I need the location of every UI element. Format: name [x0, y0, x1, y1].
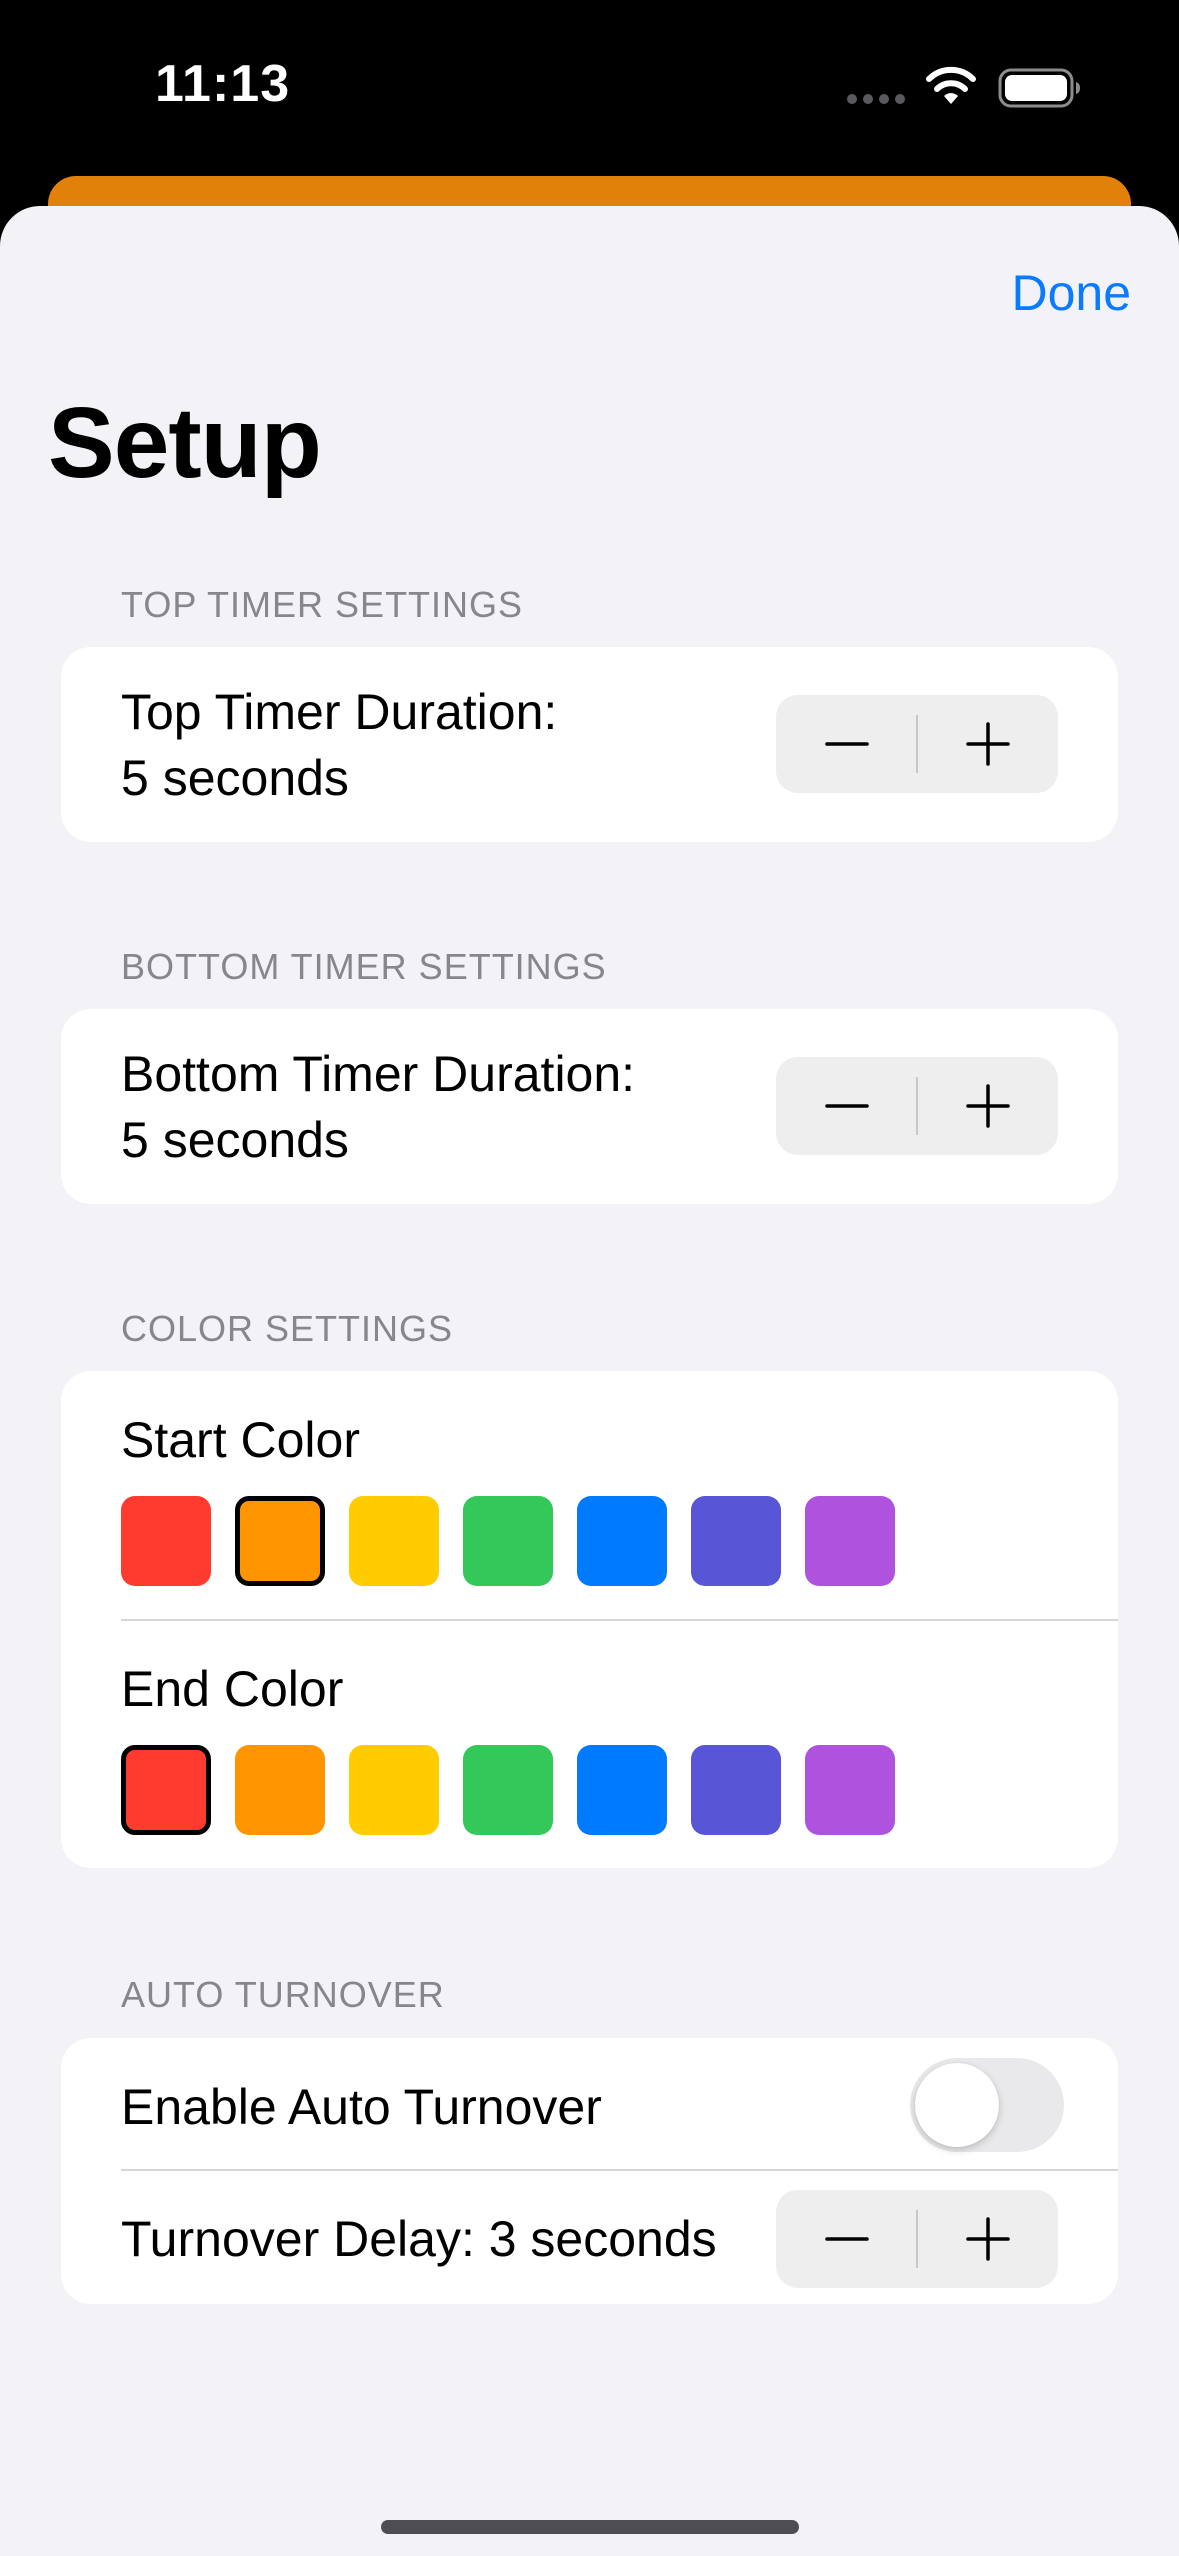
top-timer-increment-button[interactable] — [917, 695, 1058, 793]
color-settings-group: Start Color End Color — [61, 1371, 1118, 1868]
row-divider — [121, 2169, 1118, 2171]
top-timer-group: Top Timer Duration: 5 seconds — [61, 647, 1118, 842]
bottom-timer-stepper — [776, 1057, 1058, 1155]
bottom-timer-decrement-button[interactable] — [776, 1057, 917, 1155]
plus-icon — [965, 2217, 1010, 2261]
auto-turnover-group: Enable Auto Turnover Turnover Delay: 3 s… — [61, 2038, 1118, 2304]
minus-icon — [824, 2237, 869, 2241]
end-color-swatch[interactable] — [577, 1745, 667, 1835]
bottom-timer-duration-value: 5 seconds — [121, 1112, 349, 1168]
start-color-swatch[interactable] — [235, 1496, 325, 1586]
start-color-swatch[interactable] — [691, 1496, 781, 1586]
start-color-swatch[interactable] — [805, 1496, 895, 1586]
bottom-timer-increment-button[interactable] — [917, 1057, 1058, 1155]
minus-icon — [824, 1104, 869, 1108]
end-color-swatch[interactable] — [349, 1745, 439, 1835]
setup-sheet: Done Setup TOP TIMER SETTINGS Top Timer … — [0, 206, 1179, 2556]
section-header-bottom-timer: BOTTOM TIMER SETTINGS — [121, 946, 607, 987]
start-color-swatch[interactable] — [121, 1496, 211, 1586]
section-header-color: COLOR SETTINGS — [121, 1308, 454, 1349]
minus-icon — [824, 742, 869, 746]
top-timer-duration-title: Top Timer Duration: — [121, 684, 558, 740]
status-time: 11:13 — [155, 55, 291, 113]
end-color-swatch[interactable] — [805, 1745, 895, 1835]
toggle-knob — [915, 2063, 999, 2147]
status-bar: 11:13 — [0, 0, 1179, 170]
bottom-timer-duration-label: Bottom Timer Duration: 5 seconds — [121, 1041, 635, 1173]
page-title: Setup — [48, 387, 322, 499]
end-color-label: End Color — [121, 1661, 344, 1717]
turnover-delay-decrement-button[interactable] — [776, 2190, 917, 2288]
bottom-timer-group: Bottom Timer Duration: 5 seconds — [61, 1009, 1118, 1204]
plus-icon — [965, 722, 1010, 766]
top-timer-duration-label: Top Timer Duration: 5 seconds — [121, 679, 557, 811]
enable-auto-turnover-label: Enable Auto Turnover — [121, 2079, 602, 2135]
turnover-delay-stepper — [776, 2190, 1058, 2288]
section-header-auto-turnover: AUTO TURNOVER — [121, 1974, 445, 2015]
bottom-timer-duration-title: Bottom Timer Duration: — [121, 1046, 636, 1102]
top-timer-decrement-button[interactable] — [776, 695, 917, 793]
home-indicator — [381, 2520, 799, 2534]
enable-auto-turnover-toggle[interactable] — [910, 2058, 1064, 2152]
screen: 11:13 Done Setup TOP TIMER SETTINGS Top … — [0, 0, 1179, 2556]
turnover-delay-increment-button[interactable] — [917, 2190, 1058, 2288]
plus-icon — [965, 1084, 1010, 1128]
done-button[interactable]: Done — [1011, 264, 1131, 322]
turnover-delay-label: Turnover Delay: 3 seconds — [121, 2211, 717, 2267]
end-color-swatch[interactable] — [463, 1745, 553, 1835]
signal-dots-icon — [847, 94, 905, 104]
end-color-swatch[interactable] — [691, 1745, 781, 1835]
top-timer-stepper — [776, 695, 1058, 793]
start-color-swatch[interactable] — [349, 1496, 439, 1586]
end-color-swatches — [121, 1745, 895, 1835]
end-color-swatch[interactable] — [121, 1745, 211, 1835]
top-timer-duration-value: 5 seconds — [121, 750, 349, 806]
wifi-icon — [926, 66, 976, 104]
start-color-swatches — [121, 1496, 895, 1586]
battery-icon — [998, 68, 1080, 108]
start-color-swatch[interactable] — [463, 1496, 553, 1586]
start-color-swatch[interactable] — [577, 1496, 667, 1586]
row-divider — [121, 1619, 1118, 1621]
end-color-swatch[interactable] — [235, 1745, 325, 1835]
section-header-top-timer: TOP TIMER SETTINGS — [121, 584, 524, 625]
start-color-label: Start Color — [121, 1412, 360, 1468]
